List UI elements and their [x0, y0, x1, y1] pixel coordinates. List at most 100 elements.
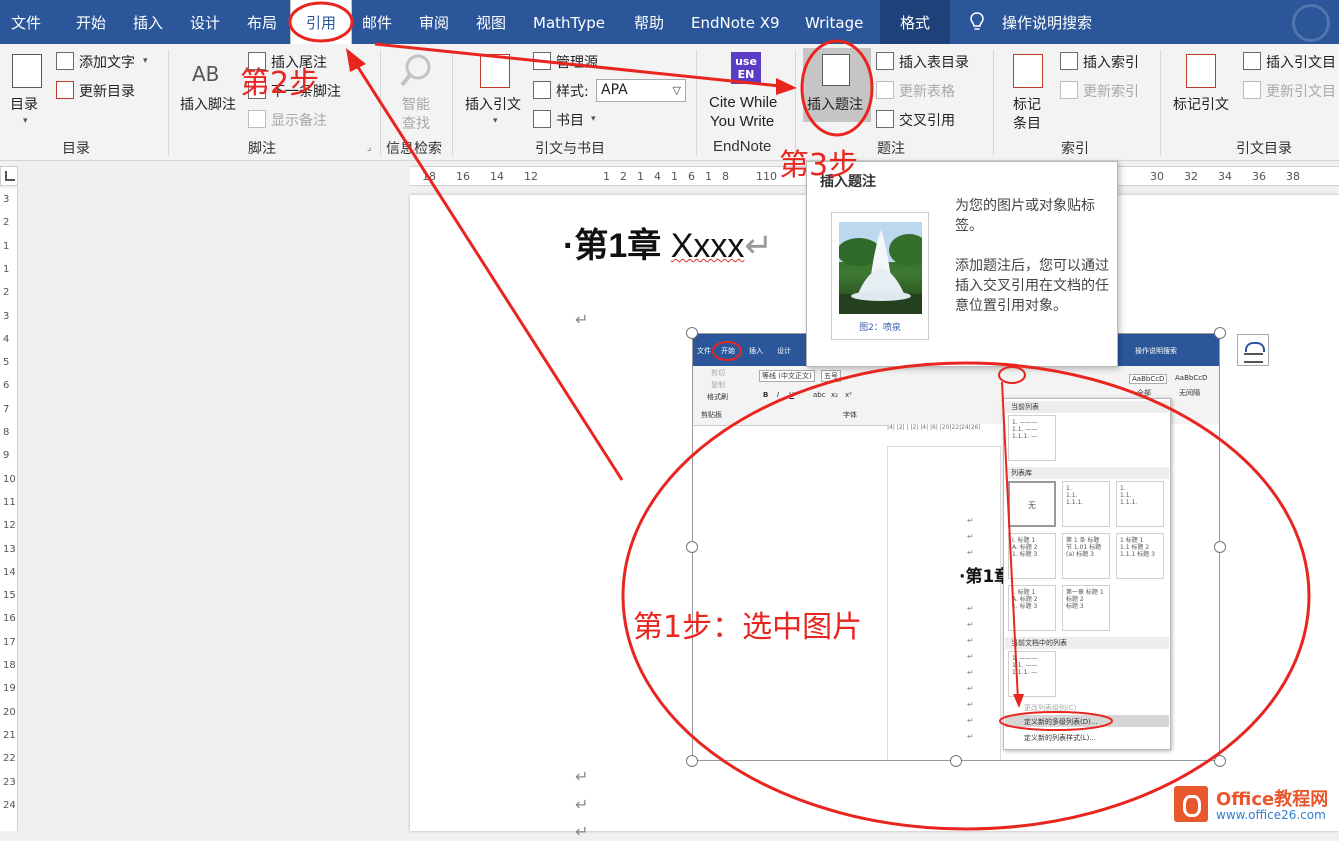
group-divider — [1160, 50, 1161, 156]
mark-entry-label-1[interactable]: 标记 — [1013, 94, 1041, 114]
insert-toa-button[interactable]: 插入引文目 — [1266, 52, 1336, 72]
selected-picture[interactable]: 文件 开始 插入 设计 操作说明搜索 剪切 复制 格式刷 等线 (中文正文) 五… — [692, 333, 1220, 761]
tab-mathtype[interactable]: MathType — [533, 0, 605, 44]
mark-entry-label-2[interactable]: 条目 — [1013, 113, 1041, 133]
table-of-contents-icon[interactable] — [12, 54, 42, 88]
tab-format[interactable]: 格式 — [880, 0, 950, 44]
tab-design[interactable]: 设计 — [190, 0, 220, 44]
tab-file[interactable]: 文件 — [11, 0, 41, 44]
chapter-heading[interactable]: ·第1章 Xxxx↵ — [563, 218, 773, 267]
ruler-tick: 18 — [3, 660, 16, 671]
add-text-icon — [56, 52, 74, 70]
insert-index-button[interactable]: 插入索引 — [1083, 52, 1139, 72]
insert-citation-button[interactable]: 插入引文 — [465, 94, 521, 114]
tab-references[interactable]: 引用 — [290, 0, 352, 44]
ruler-tick: 16 — [3, 613, 16, 625]
group-label-research: 信息检索 — [386, 141, 442, 157]
update-index-button[interactable]: 更新索引 — [1083, 81, 1139, 101]
tab-layout[interactable]: 布局 — [247, 0, 277, 44]
toc-button[interactable]: 目录 — [10, 94, 38, 114]
resize-handle[interactable] — [950, 755, 962, 767]
footnote-dialog-launcher-icon[interactable]: ⌟ — [367, 143, 371, 153]
ruler-tick: 4 — [3, 333, 10, 345]
endnote-icon-text-2: EN — [737, 68, 755, 81]
manage-sources-button[interactable]: 管理源 — [556, 52, 598, 72]
ruler-tick: 19 — [3, 683, 16, 695]
tooltip-image-caption: 图2：喷泉 — [859, 323, 901, 333]
cite-while-you-write-label-2[interactable]: You Write — [710, 113, 774, 130]
add-text-button[interactable]: 添加文字 — [79, 52, 135, 72]
tab-home[interactable]: 开始 — [76, 0, 106, 44]
tab-mailings[interactable]: 邮件 — [362, 0, 392, 44]
insert-toa-icon — [1243, 52, 1261, 70]
smart-lookup-label-2[interactable]: 查找 — [402, 113, 430, 133]
cross-reference-button[interactable]: 交叉引用 — [899, 110, 955, 130]
ruler-tick: 1 — [3, 263, 10, 275]
fountain-image — [839, 222, 922, 314]
toc-dropdown-icon[interactable]: ▾ — [23, 116, 28, 126]
group-divider — [993, 50, 994, 156]
ruler-tick: 3 — [3, 194, 10, 205]
mark-entry-icon — [1013, 54, 1043, 88]
tab-endnote[interactable]: EndNote X9 — [691, 0, 780, 44]
layout-options-icon[interactable] — [1237, 334, 1269, 366]
group-divider — [696, 50, 697, 156]
office26-watermark: Office教程网 www.office26.com — [1168, 780, 1336, 828]
tab-view[interactable]: 视图 — [476, 0, 506, 44]
bibliography-dropdown-icon[interactable]: ▾ — [591, 114, 596, 124]
update-table-icon — [876, 81, 894, 99]
ruler-tick: 20 — [3, 706, 16, 718]
resize-handle[interactable] — [1214, 541, 1226, 553]
vertical-ruler[interactable]: 3 2 1 1 2 3 4 5 6 7 8 9 10 11 12 13 14 15 16 17 18 19 20 21 22 23… — [0, 188, 18, 831]
tab-review[interactable]: 审阅 — [419, 0, 449, 44]
annotation-step-3: 第3步 — [779, 148, 859, 183]
resize-handle[interactable] — [686, 327, 698, 339]
ruler-tick: 13 — [3, 543, 16, 555]
add-text-dropdown-icon[interactable]: ▾ — [143, 56, 148, 66]
update-index-icon — [1060, 81, 1078, 99]
mark-citation-button[interactable]: 标记引文 — [1173, 94, 1229, 114]
paragraph-mark: ↵ — [575, 767, 589, 786]
update-toc-button[interactable]: 更新目录 — [79, 81, 135, 101]
tooltip-description-2: 添加题注后，您可以通过插入交叉引用在文档的任意位置引用对象。 — [955, 258, 1109, 314]
account-circle-icon — [1292, 4, 1330, 42]
citation-style-value: APA — [601, 82, 628, 98]
smart-lookup-label-1[interactable]: 智能 — [402, 94, 430, 114]
tab-help[interactable]: 帮助 — [634, 0, 664, 44]
tell-me-search[interactable]: 操作说明搜索 — [1002, 0, 1092, 46]
ruler-tick: 11 — [3, 496, 16, 508]
tab-insert[interactable]: 插入 — [133, 0, 163, 44]
tab-selector[interactable] — [0, 166, 18, 186]
ribbon-references: 目录 ▾ 添加文字 ▾ 更新目录 目录 AB 插入脚注 插入尾注 下一条脚注 显… — [0, 44, 1339, 161]
resize-handle[interactable] — [1214, 327, 1226, 339]
embedded-document — [887, 446, 1001, 760]
insert-footnote-button[interactable]: 插入脚注 — [180, 94, 236, 114]
resize-handle[interactable] — [686, 755, 698, 767]
group-label-index: 索引 — [1061, 141, 1089, 157]
show-notes-button[interactable]: 显示备注 — [271, 110, 327, 130]
ruler-tick: 21 — [3, 729, 16, 741]
group-divider — [452, 50, 453, 156]
cite-while-you-write-label-1[interactable]: Cite While — [709, 94, 777, 111]
tab-writage[interactable]: Writage — [805, 0, 863, 44]
style-icon — [533, 81, 551, 99]
resize-handle[interactable] — [686, 541, 698, 553]
embedded-tab-design: 设计 — [777, 347, 791, 355]
chapter-heading-word: Xxxx — [670, 227, 745, 265]
tooltip-description-1: 为您的图片或对象贴标签。 — [955, 198, 1095, 234]
bibliography-button[interactable]: 书目 — [556, 110, 584, 130]
show-notes-icon — [248, 110, 266, 128]
insert-caption-button[interactable]: 插入题注 — [803, 48, 871, 122]
resize-handle[interactable] — [1214, 755, 1226, 767]
citation-style-select[interactable]: APA ▽ — [596, 79, 686, 102]
bibliography-icon — [533, 110, 551, 128]
update-toa-button[interactable]: 更新引文目 — [1266, 81, 1336, 101]
ruler-tick: 15 — [3, 590, 16, 602]
ruler-tick: 6 — [3, 380, 10, 392]
insert-citation-dropdown-icon[interactable]: ▾ — [493, 116, 498, 126]
insert-caption-icon — [822, 54, 850, 86]
embedded-tab-home: 开始 — [721, 347, 735, 355]
lightbulb-icon[interactable] — [970, 12, 984, 32]
update-table-button[interactable]: 更新表格 — [899, 81, 955, 101]
insert-table-of-figures-button[interactable]: 插入表目录 — [899, 52, 969, 72]
